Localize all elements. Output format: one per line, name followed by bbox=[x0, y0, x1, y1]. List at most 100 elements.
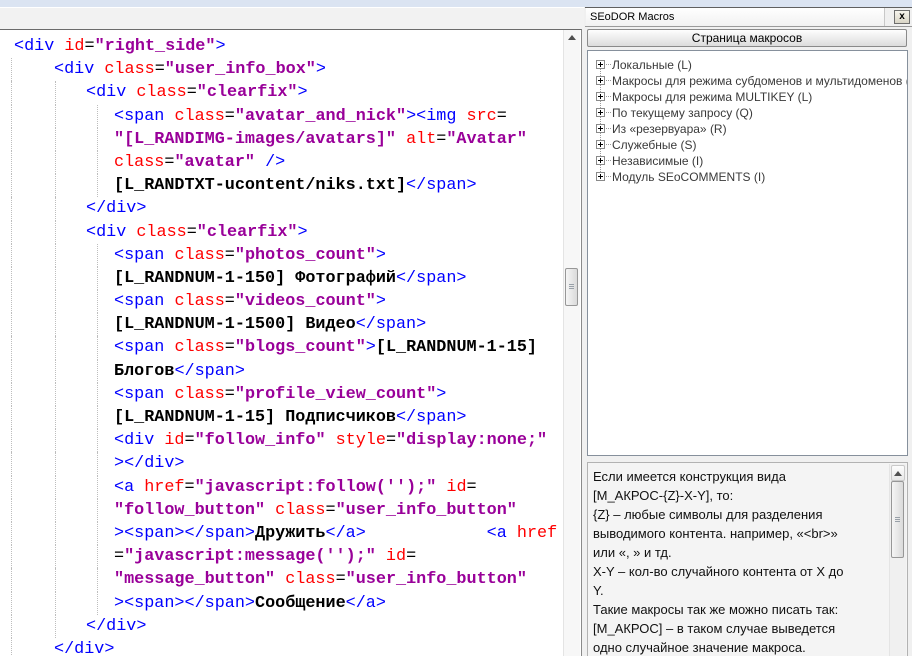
code-line[interactable]: <span class="avatar_and_nick"><img src= bbox=[0, 105, 563, 128]
indent-guide bbox=[55, 336, 56, 359]
tree-item[interactable]: Независимые (I) bbox=[588, 153, 907, 169]
tree-item-label: Независимые (I) bbox=[612, 154, 703, 168]
scroll-up-button[interactable] bbox=[564, 30, 580, 45]
expand-plus-icon[interactable] bbox=[596, 60, 605, 69]
indent-guide bbox=[55, 360, 56, 383]
code-token: </span> bbox=[174, 362, 245, 381]
tree-item[interactable]: Из «резервуара» (R) bbox=[588, 121, 907, 137]
expand-plus-icon[interactable] bbox=[596, 92, 605, 101]
code-line[interactable]: <span class="photos_count"> bbox=[0, 244, 563, 267]
indent-guide bbox=[55, 174, 56, 197]
indent-guide bbox=[97, 244, 98, 267]
code-line[interactable]: [L_RANDTXT-ucontent/niks.txt]</span> bbox=[0, 174, 563, 197]
code-line[interactable]: "follow_button" class="user_info_button" bbox=[0, 499, 563, 522]
indent-guide bbox=[55, 406, 56, 429]
arrow-up-icon bbox=[894, 471, 902, 476]
code-line[interactable]: <div class="clearfix"> bbox=[0, 221, 563, 244]
scroll-thumb[interactable] bbox=[891, 481, 904, 558]
code-token: </div> bbox=[86, 199, 146, 218]
code-line[interactable]: <span class="blogs_count">[L_RANDNUM-1-1… bbox=[0, 336, 563, 359]
code-token: "user_info_button" bbox=[346, 570, 527, 589]
indent-guide bbox=[11, 592, 12, 615]
indent-guide bbox=[55, 452, 56, 475]
code-token: = bbox=[326, 501, 336, 520]
scroll-up-button[interactable] bbox=[891, 465, 905, 481]
code-line[interactable]: [L_RANDNUM-1-1500] Видео</span> bbox=[0, 313, 563, 336]
code-line[interactable]: ></div> bbox=[0, 452, 563, 475]
indent-guide bbox=[55, 290, 56, 313]
code-token: id bbox=[64, 37, 84, 56]
code-line[interactable]: "message_button" class="user_info_button… bbox=[0, 568, 563, 591]
code-token: = bbox=[497, 107, 507, 126]
indent-guide bbox=[55, 476, 56, 499]
code-lines[interactable]: <div id="right_side"><div class="user_in… bbox=[0, 30, 563, 656]
code-token: "user_info_box" bbox=[165, 60, 316, 79]
indent-guide bbox=[11, 545, 12, 568]
code-line[interactable]: <div class="user_info_box"> bbox=[0, 58, 563, 81]
code-line[interactable]: <span class="profile_view_count"> bbox=[0, 383, 563, 406]
indent-guide bbox=[97, 290, 98, 313]
editor-scrollbar[interactable] bbox=[563, 30, 580, 656]
code-line[interactable]: ><span></span>Сообщение</a> bbox=[0, 592, 563, 615]
code-token: <span bbox=[114, 246, 174, 265]
expand-plus-icon[interactable] bbox=[596, 172, 605, 181]
indent-guide bbox=[11, 221, 12, 244]
code-token: "user_info_button" bbox=[336, 501, 517, 520]
tree-item[interactable]: Модуль SEoCOMMENTS (I) bbox=[588, 169, 907, 185]
code-line[interactable]: ="javascript:message('');" id= bbox=[0, 545, 563, 568]
close-button[interactable]: x bbox=[894, 10, 910, 24]
code-token: = bbox=[187, 83, 197, 102]
code-line[interactable]: ><span></span>Дружить</a> <a href bbox=[0, 522, 563, 545]
tree-item[interactable]: По текущему запросу (Q) bbox=[588, 105, 907, 121]
expand-plus-icon[interactable] bbox=[596, 124, 605, 133]
macro-help-panel[interactable]: Если имеется конструкция вида[M_АКРОС-{Z… bbox=[587, 462, 908, 656]
code-token: href bbox=[517, 524, 557, 543]
code-line[interactable]: class="avatar" /> bbox=[0, 151, 563, 174]
code-line[interactable]: <div id="follow_info" style="display:non… bbox=[0, 429, 563, 452]
code-line[interactable]: Блогов</span> bbox=[0, 360, 563, 383]
help-line: {Z} – любые символы для разделения bbox=[593, 505, 907, 524]
code-token: "avatar_and_nick" bbox=[235, 107, 406, 126]
macros-page-button[interactable]: Страница макросов bbox=[587, 29, 907, 47]
scroll-thumb[interactable] bbox=[565, 268, 578, 306]
indent-guide bbox=[55, 128, 56, 151]
indent-guide bbox=[11, 81, 12, 104]
help-scrollbar[interactable] bbox=[889, 464, 906, 656]
tree-item[interactable]: Макросы для режима MULTIKEY (L) bbox=[588, 89, 907, 105]
code-line[interactable]: </div> bbox=[0, 197, 563, 220]
expand-plus-icon[interactable] bbox=[596, 76, 605, 85]
tree-item[interactable]: Служебные (S) bbox=[588, 137, 907, 153]
code-line[interactable]: <span class="videos_count"> bbox=[0, 290, 563, 313]
expand-plus-icon[interactable] bbox=[596, 140, 605, 149]
code-token: </span> bbox=[396, 408, 467, 427]
code-editor[interactable]: <div id="right_side"><div class="user_in… bbox=[0, 29, 582, 656]
code-token: > bbox=[376, 292, 386, 311]
expand-plus-icon[interactable] bbox=[596, 108, 605, 117]
code-token: </a> bbox=[326, 524, 366, 543]
code-line[interactable]: </div> bbox=[0, 615, 563, 638]
code-token: "javascript:follow('');" bbox=[195, 478, 437, 497]
expand-plus-icon[interactable] bbox=[596, 156, 605, 165]
tree-item[interactable]: Локальные (L) bbox=[588, 57, 907, 73]
code-line[interactable]: "[L_RANDIMG-images/avatars]" alt="Avatar… bbox=[0, 128, 563, 151]
code-line[interactable]: <a href="javascript:follow('');" id= bbox=[0, 476, 563, 499]
code-line[interactable]: </div> bbox=[0, 638, 563, 656]
indent-guide bbox=[97, 452, 98, 475]
indent-guide bbox=[97, 522, 98, 545]
indent-guide bbox=[97, 128, 98, 151]
code-token: = bbox=[467, 478, 477, 497]
indent-guide bbox=[97, 568, 98, 591]
code-line[interactable]: [L_RANDNUM-1-15] Подписчиков</span> bbox=[0, 406, 563, 429]
code-token: <a bbox=[487, 524, 517, 543]
code-line[interactable]: <div id="right_side"> bbox=[0, 35, 563, 58]
indent-guide bbox=[11, 128, 12, 151]
help-line: или «, » и тд. bbox=[593, 543, 907, 562]
macros-tree[interactable]: Локальные (L)Макросы для режима субдомен… bbox=[587, 50, 908, 456]
code-token: "Avatar" bbox=[446, 130, 527, 149]
code-token bbox=[376, 547, 386, 566]
code-token: <span bbox=[114, 385, 174, 404]
code-line[interactable]: [L_RANDNUM-1-150] Фотографий</span> bbox=[0, 267, 563, 290]
code-token bbox=[265, 501, 275, 520]
code-line[interactable]: <div class="clearfix"> bbox=[0, 81, 563, 104]
tree-item[interactable]: Макросы для режима субдоменов и мультидо… bbox=[588, 73, 907, 89]
